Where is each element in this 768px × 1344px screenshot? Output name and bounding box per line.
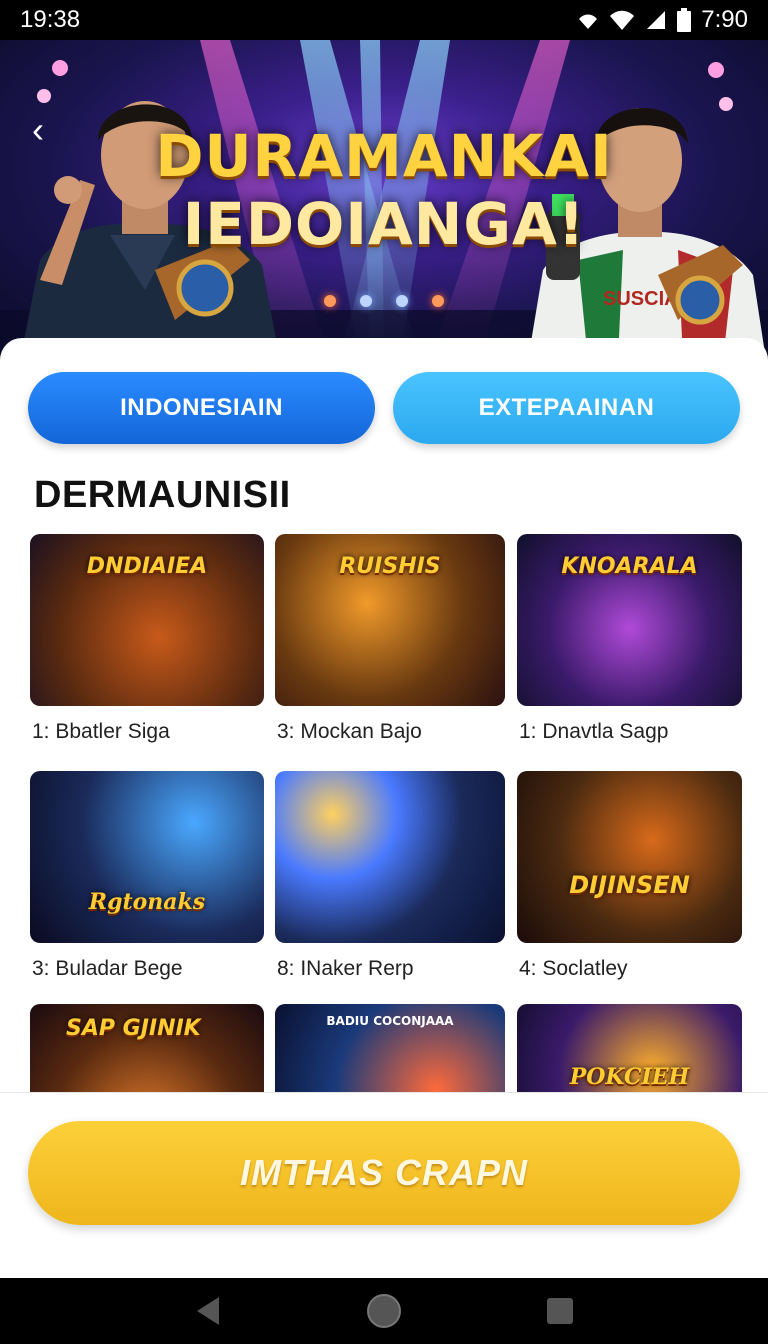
- game-card[interactable]: RUISHIS 3: Mockan Bajo: [275, 534, 505, 744]
- game-thumbnail[interactable]: [275, 771, 505, 943]
- cellular-icon: [645, 9, 667, 31]
- game-label: 4: Soclatley: [519, 957, 628, 980]
- tab-bar: INDONESIAIN EXTEPAAINAN: [28, 372, 740, 444]
- back-nav-icon[interactable]: [188, 1291, 228, 1331]
- game-thumbnail[interactable]: DIJINSEN: [517, 771, 742, 943]
- thumbnail-title: RUISHIS: [339, 554, 441, 579]
- thumbnail-title: SAP GJINIK: [66, 1016, 201, 1041]
- recents-nav-icon[interactable]: [540, 1291, 580, 1331]
- carousel-dot[interactable]: [324, 295, 336, 307]
- status-time-right: 7:90: [701, 6, 748, 33]
- hero-title-line1: DURAMANKAI: [155, 122, 613, 190]
- home-nav-icon[interactable]: [364, 1291, 404, 1331]
- thumbnail-title: DIJINSEN: [569, 871, 690, 899]
- status-icons: 7:90: [577, 6, 748, 34]
- thumbnail-title: KNOARALA: [561, 554, 698, 579]
- game-label: 1: Dnavtla Sagp: [519, 720, 669, 743]
- thumbnail-title: BADIU COCONJAAA: [326, 1014, 454, 1028]
- carousel-dot[interactable]: [432, 295, 444, 307]
- game-label: 3: Buladar Bege: [32, 957, 183, 980]
- hero-banner[interactable]: SUSCIALI ‹ DURAMANKAI IEDOIANGA!: [0, 40, 768, 360]
- cta-area: IMTHAS CRAPN: [0, 1092, 768, 1278]
- tab-extepaainan[interactable]: EXTEPAAINAN: [393, 372, 740, 444]
- carousel-dot[interactable]: [396, 295, 408, 307]
- battery-icon: [677, 8, 692, 32]
- thumbnail-title: POKCIEH: [569, 1064, 690, 1090]
- game-thumbnail[interactable]: RUISHIS: [275, 534, 505, 706]
- section-title: DERMAUNISII: [34, 474, 291, 516]
- game-thumbnail[interactable]: KNOARALA: [517, 534, 742, 706]
- game-thumbnail[interactable]: Rgtonaks: [30, 771, 264, 943]
- status-time: 19:38: [20, 6, 81, 33]
- game-card[interactable]: Rgtonaks 3: Buladar Bege: [30, 771, 264, 981]
- hero-title-line2: IEDOIANGA!: [182, 190, 586, 258]
- game-label: 1: Bbatler Siga: [32, 720, 170, 743]
- carousel-dot[interactable]: [360, 295, 372, 307]
- game-card[interactable]: 8: INaker Rerp: [275, 771, 505, 981]
- game-card[interactable]: DIJINSEN 4: Soclatley: [517, 771, 742, 981]
- carousel-dots[interactable]: [0, 295, 768, 307]
- game-label: 3: Mockan Bajo: [277, 720, 422, 743]
- game-card[interactable]: DNDIAIEA 1: Bbatler Siga: [30, 534, 264, 744]
- thumbnail-title: DNDIAIEA: [86, 554, 208, 579]
- wifi-icon: [609, 9, 635, 31]
- signal-icon: [577, 9, 599, 31]
- tab-indonesiain[interactable]: INDONESIAIN: [28, 372, 375, 444]
- game-thumbnail[interactable]: DNDIAIEA: [30, 534, 264, 706]
- system-nav-bar: [0, 1278, 768, 1344]
- game-card[interactable]: KNOARALA 1: Dnavtla Sagp: [517, 534, 742, 744]
- status-bar: 19:38 7:90: [0, 0, 768, 40]
- thumbnail-title: Rgtonaks: [88, 889, 206, 915]
- game-label: 8: INaker Rerp: [277, 957, 414, 980]
- cta-button[interactable]: IMTHAS CRAPN: [28, 1121, 740, 1225]
